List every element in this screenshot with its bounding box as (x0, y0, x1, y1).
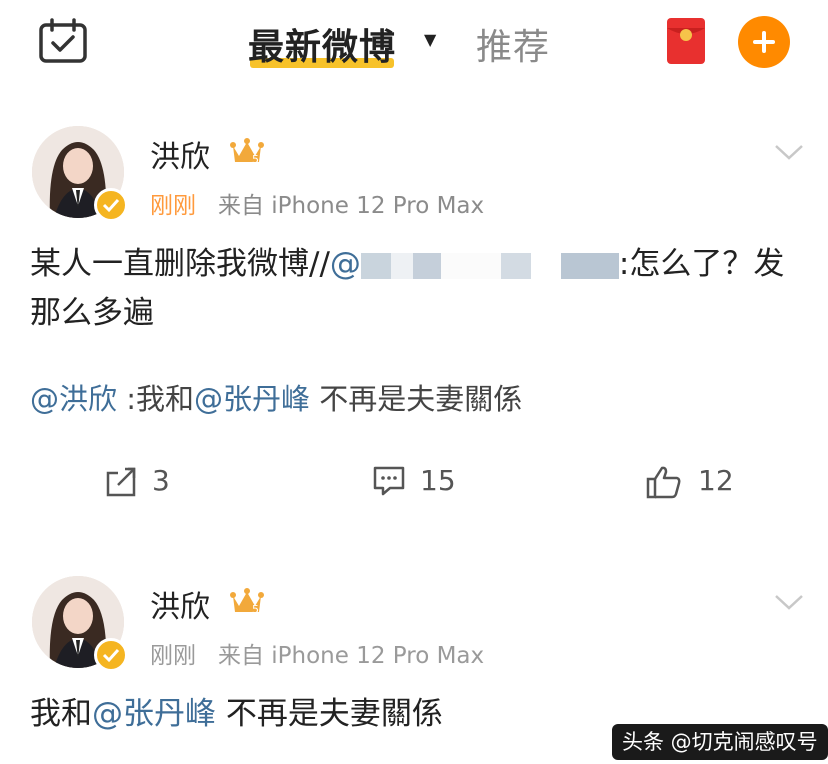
comment-button[interactable]: 15 (372, 462, 472, 502)
repost-text: @洪欣 :我和@张丹峰 不再是夫妻關係 (30, 376, 522, 418)
share-count: 3 (152, 464, 170, 497)
share-icon (106, 467, 136, 497)
post-text-part2: :怎么了？发 (618, 246, 785, 282)
repost-mention-author[interactable]: @洪欣 (30, 382, 117, 416)
tab-recommend-label: 推荐 (476, 27, 551, 68)
svg-text:5: 5 (252, 603, 259, 616)
action-bar: 3 15 12 (0, 462, 828, 502)
top-bar: 最新微博 ▼ 推荐 (0, 0, 828, 86)
author-name[interactable]: 洪欣 (150, 132, 210, 176)
verified-badge-icon (94, 638, 128, 672)
comment-icon (373, 466, 405, 496)
chevron-down-icon[interactable] (774, 144, 804, 162)
crown-vip-icon: 5 (230, 588, 264, 616)
post-text-part2: 不再是夫妻關係 (216, 696, 443, 732)
like-count: 12 (698, 464, 734, 497)
repost-mention-user[interactable]: @张丹峰 (194, 382, 310, 416)
thumbs-up-icon (646, 466, 681, 499)
calendar-check-icon[interactable] (38, 18, 88, 64)
repost-tail: 不再是夫妻關係 (310, 382, 523, 416)
post-source: 来自 iPhone 12 Pro Max (217, 193, 485, 219)
post-source: 来自 iPhone 12 Pro Max (217, 643, 485, 669)
post-time: 刚刚 (150, 193, 196, 219)
share-button[interactable]: 3 (104, 462, 194, 502)
post-meta: 刚刚 来自 iPhone 12 Pro Max (150, 186, 484, 220)
author-name[interactable]: 洪欣 (150, 582, 210, 626)
post-card: 洪欣 5 刚刚 来自 iPhone 12 Pro Max 某人一直删除我微博//… (0, 112, 828, 512)
comment-count: 15 (420, 464, 456, 497)
caret-down-icon[interactable]: ▼ (424, 30, 436, 49)
post-text-part1: 我和 (30, 696, 92, 732)
post-mention-user[interactable]: @张丹峰 (92, 696, 216, 732)
crown-vip-icon: 5 (230, 138, 264, 166)
svg-text:5: 5 (252, 153, 259, 166)
red-packet-icon[interactable] (667, 18, 705, 64)
post-text-part1: 某人一直删除我微博// (30, 246, 330, 282)
repost-sep: :我和 (117, 382, 195, 416)
post-text: 某人一直删除我微博//@:怎么了？发 那么多遍 (30, 240, 790, 338)
plus-icon[interactable] (738, 16, 790, 68)
like-button[interactable]: 12 (646, 462, 746, 502)
post-text: 我和@张丹峰 不再是夫妻關係 (30, 690, 443, 739)
chevron-down-icon[interactable] (774, 594, 804, 612)
post-time: 刚刚 (150, 643, 196, 669)
verified-badge-icon (94, 188, 128, 222)
tab-latest[interactable]: 最新微博 (248, 18, 396, 70)
post-meta: 刚刚 来自 iPhone 12 Pro Max (150, 636, 484, 670)
tab-latest-label: 最新微博 (248, 27, 397, 68)
watermark: 头条 @切克闹感叹号 (612, 724, 828, 760)
blurred-mention[interactable]: @ (330, 246, 619, 282)
post-text-line2: 那么多遍 (30, 295, 154, 331)
tab-recommend[interactable]: 推荐 (476, 18, 550, 70)
